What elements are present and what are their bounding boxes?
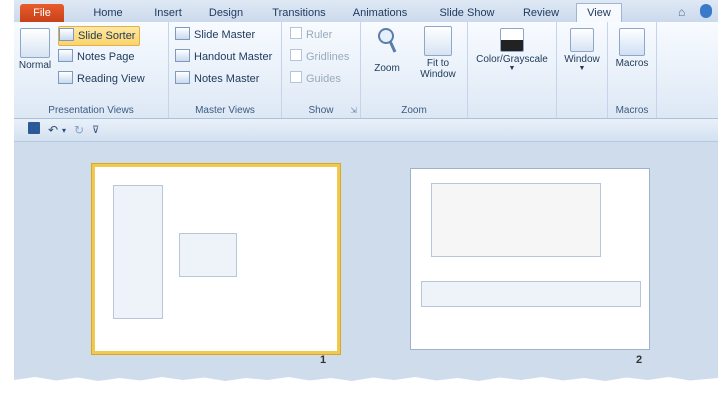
slide-sorter-label: Slide Sorter (78, 30, 136, 42)
save-icon[interactable] (28, 122, 40, 134)
tab-view[interactable]: View (576, 3, 622, 24)
notes-page-label: Notes Page (77, 51, 135, 63)
color-grayscale-label: Color/Grayscale (476, 54, 548, 65)
normal-view-label: Normal (18, 60, 52, 71)
customize-qat-icon[interactable]: ⊽ (92, 125, 99, 136)
redo-icon[interactable]: ↻ (74, 123, 84, 137)
macros-button[interactable]: Macros (610, 28, 654, 69)
group-zoom: Zoom Fit to Window Zoom (361, 22, 468, 118)
normal-view-button[interactable]: Normal (16, 28, 54, 71)
ribbon-tab-bar: File Home Insert Design Transitions Anim… (14, 0, 718, 24)
slide-2-ribbon-image (421, 281, 641, 307)
tab-home[interactable]: Home (88, 4, 128, 22)
color-grayscale-button[interactable]: Color/Grayscale ▼ (472, 28, 552, 72)
group-label-show: Show (308, 105, 334, 116)
window-label: Window (564, 54, 600, 65)
color-grayscale-icon (500, 28, 524, 52)
group-window: Window ▼ (557, 22, 608, 118)
slide-thumbnail-2[interactable] (410, 168, 650, 350)
ruler-label: Ruler (306, 29, 333, 41)
tab-design[interactable]: Design (204, 4, 248, 22)
fit-to-window-label-line2: Window (420, 69, 456, 80)
tab-transitions[interactable]: Transitions (268, 4, 330, 22)
slide-number-2: 2 (636, 354, 643, 366)
show-dialog-launcher-icon[interactable]: ⇲ (350, 106, 357, 115)
group-label-presentation-views: Presentation Views (48, 105, 134, 116)
handout-master-label: Handout Master (194, 51, 273, 63)
slide-sorter-icon (59, 28, 74, 41)
tab-review[interactable]: Review (518, 4, 564, 22)
group-macros: Macros Macros (608, 22, 657, 118)
group-color-grayscale: Color/Grayscale ▼ (468, 22, 557, 118)
gridlines-label: Gridlines (306, 51, 350, 63)
macros-button-label: Macros (615, 58, 649, 69)
color-grayscale-dropdown-icon: ▼ (508, 65, 516, 72)
window-button[interactable]: Window ▼ (559, 28, 605, 72)
handout-master-icon (175, 49, 190, 62)
notes-master-icon (175, 71, 190, 84)
slide-2-dialog-image (431, 183, 601, 257)
undo-icon[interactable]: ↶ (48, 123, 58, 137)
fit-to-window-label-line1: Fit to (426, 58, 450, 69)
group-label-macros: Macros (615, 105, 649, 116)
group-label-zoom: Zoom (401, 105, 427, 116)
slide-number-1: 1 (320, 354, 327, 366)
slide-1-dialog-image (179, 233, 237, 277)
quick-access-toolbar: ↶ ▾ ↻ ⊽ (14, 119, 718, 142)
group-master-views: Slide Master Handout Master Notes Master… (169, 22, 282, 118)
slide-master-button[interactable]: Slide Master (175, 26, 255, 44)
macros-icon (619, 28, 645, 56)
reading-view-icon (58, 71, 73, 84)
minimize-ribbon-icon[interactable]: ⌂ (678, 5, 685, 19)
guides-checkbox[interactable]: Guides (290, 70, 341, 88)
fit-to-window-button[interactable]: Fit to Window (413, 26, 463, 80)
notes-page-button[interactable]: Notes Page (58, 48, 134, 66)
notes-master-button[interactable]: Notes Master (175, 70, 259, 88)
group-presentation-views: Normal Slide Sorter Notes Page Reading V… (14, 22, 169, 118)
notes-page-icon (58, 49, 73, 62)
gridlines-checkbox-box (290, 49, 302, 61)
tab-animations[interactable]: Animations (348, 4, 412, 22)
fit-to-window-icon (424, 26, 452, 56)
powerpoint-window: File Home Insert Design Transitions Anim… (14, 0, 718, 384)
help-icon[interactable] (700, 4, 712, 18)
group-label-master-views: Master Views (195, 105, 255, 116)
handout-master-button[interactable]: Handout Master (175, 48, 272, 66)
reading-view-label: Reading View (77, 73, 145, 85)
magnifier-icon (378, 28, 397, 53)
group-show: Ruler Gridlines Guides Show ⇲ (282, 22, 361, 118)
slide-master-icon (175, 27, 190, 40)
gridlines-checkbox[interactable]: Gridlines (290, 48, 349, 66)
zoom-label: Zoom (374, 63, 400, 74)
slide-1-menu-image (113, 185, 163, 319)
notes-master-label: Notes Master (194, 73, 260, 85)
reading-view-button[interactable]: Reading View (58, 70, 145, 88)
window-icon (570, 28, 594, 52)
guides-label: Guides (306, 73, 341, 85)
slide-sorter-button[interactable]: Slide Sorter (58, 26, 141, 46)
slide-thumbnail-1[interactable] (92, 164, 340, 354)
view-ribbon: Normal Slide Sorter Notes Page Reading V… (14, 22, 718, 119)
torn-edge (14, 377, 718, 384)
undo-dropdown-icon[interactable]: ▾ (62, 126, 66, 135)
ruler-checkbox[interactable]: Ruler (290, 26, 332, 44)
tab-slide-show[interactable]: Slide Show (436, 4, 498, 22)
window-dropdown-icon: ▼ (578, 65, 586, 72)
ruler-checkbox-box (290, 27, 302, 39)
zoom-button[interactable]: Zoom (365, 26, 409, 74)
tab-insert[interactable]: Insert (148, 4, 188, 22)
guides-checkbox-box (290, 71, 302, 83)
tab-file[interactable]: File (20, 4, 64, 22)
slide-master-label: Slide Master (194, 29, 256, 41)
normal-view-icon (20, 28, 50, 58)
